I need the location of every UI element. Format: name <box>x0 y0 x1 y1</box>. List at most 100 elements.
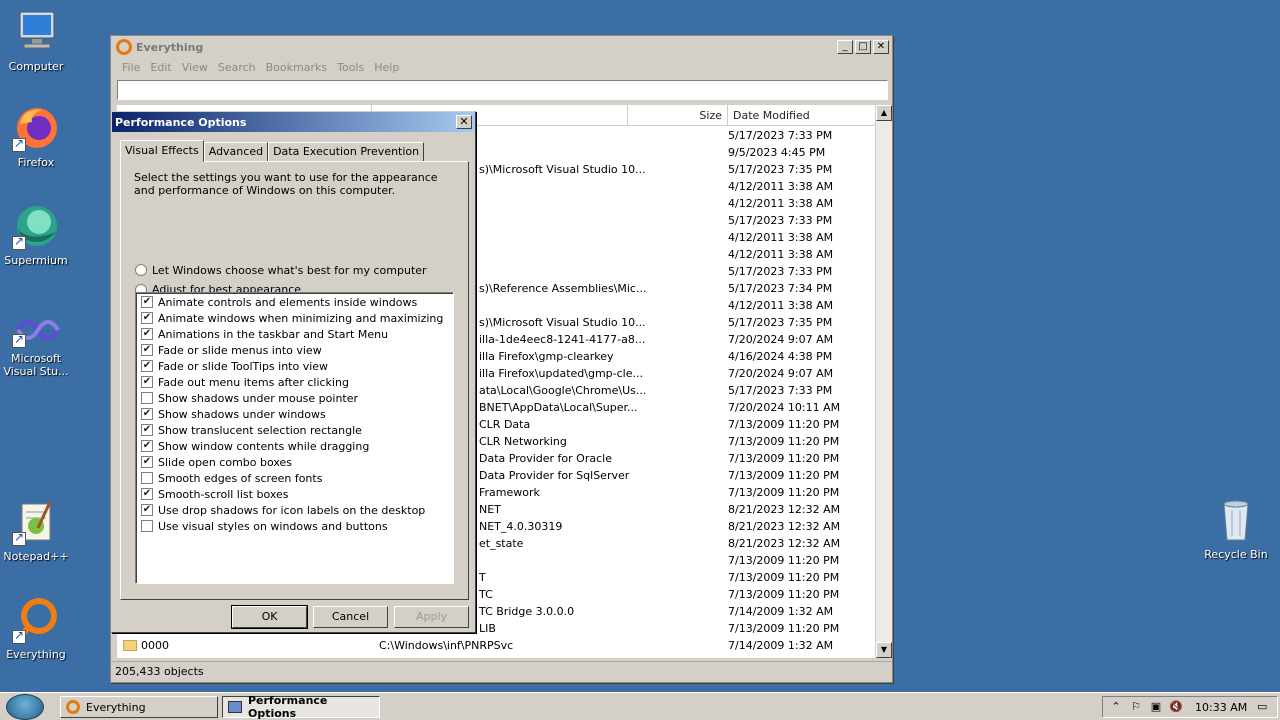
checkbox-checked-icon[interactable]: ✔ <box>141 504 153 516</box>
checkbox-checked-icon[interactable]: ✔ <box>141 376 153 388</box>
clock[interactable]: 10:33 AM <box>1195 701 1247 714</box>
supermium-icon <box>12 202 60 250</box>
checkbox-checked-icon[interactable]: ✔ <box>141 312 153 324</box>
menu-bar: File Edit View Search Bookmarks Tools He… <box>111 58 892 76</box>
start-button[interactable] <box>6 694 44 720</box>
checkbox-checked-icon[interactable]: ✔ <box>141 408 153 420</box>
row-path: illa Firefox\gmp-clearkey <box>479 350 614 363</box>
effect-option[interactable]: ✔ Animate windows when minimizing and max… <box>141 310 443 326</box>
dialog-close-button[interactable]: ✕ <box>456 115 472 129</box>
effect-option[interactable]: ✔ Smooth-scroll list boxes <box>141 486 289 502</box>
effects-checklist[interactable]: ✔ Animate controls and elements inside wi… <box>135 292 454 584</box>
table-row[interactable]: 0000 C:\Windows\inf\PNRPSvc 7/14/2009 1:32… <box>117 637 881 654</box>
effect-option[interactable]: ✔ Show translucent selection rectangle <box>141 422 362 438</box>
close-button[interactable]: ✕ <box>873 40 889 54</box>
effect-option[interactable]: ✔ Fade out menu items after clicking <box>141 374 349 390</box>
everything-titlebar[interactable]: Everything _ □ ✕ <box>111 36 892 58</box>
desktop-icon-visual-studio[interactable]: Microsoft Visual Stu... <box>0 312 72 378</box>
effect-option[interactable]: ✔ Show shadows under windows <box>141 406 326 422</box>
desktop-icon-supermium[interactable]: Supermium <box>0 202 72 267</box>
row-date: 7/20/2024 10:11 AM <box>728 401 841 414</box>
computer-icon <box>12 8 60 56</box>
desktop-icon-notepadpp[interactable]: Notepad++ <box>0 498 72 563</box>
row-date: 8/21/2023 12:32 AM <box>728 503 841 516</box>
checkbox-checked-icon[interactable]: ✔ <box>141 344 153 356</box>
effect-option[interactable]: ✔ Fade or slide menus into view <box>141 342 322 358</box>
dialog-titlebar[interactable]: Performance Options ✕ <box>112 112 475 132</box>
taskbar: Everything Performance Options ⌃ ⚐ ▣ 🔇 1… <box>0 692 1280 720</box>
scroll-down-icon[interactable]: ▼ <box>876 642 892 658</box>
taskbar-item-performance-options[interactable]: Performance Options <box>222 694 380 720</box>
desktop-icon-label: Notepad++ <box>3 550 69 563</box>
desktop-icon-firefox[interactable]: Firefox <box>0 104 72 169</box>
search-input[interactable] <box>117 80 888 100</box>
effect-option[interactable]: Smooth edges of screen fonts <box>141 470 322 486</box>
row-date: 7/13/2009 11:20 PM <box>728 452 840 465</box>
row-date: 8/21/2023 12:32 AM <box>728 520 841 533</box>
show-desktop-icon[interactable]: ▭ <box>1255 700 1269 714</box>
checkbox-checked-icon[interactable]: ✔ <box>141 328 153 340</box>
row-date: 7/13/2009 11:20 PM <box>728 571 840 584</box>
row-date: 9/5/2023 4:45 PM <box>728 146 826 159</box>
volume-muted-icon[interactable]: 🔇 <box>1169 700 1183 714</box>
menu-bookmarks[interactable]: Bookmarks <box>261 61 332 74</box>
row-path: et_state <box>479 537 524 550</box>
desktop-icon-label: Firefox <box>17 156 55 169</box>
effect-label: Slide open combo boxes <box>158 455 293 469</box>
menu-view[interactable]: View <box>177 61 213 74</box>
menu-file[interactable]: File <box>117 61 145 74</box>
show-hidden-icons-icon[interactable]: ⌃ <box>1109 700 1123 714</box>
effect-option[interactable]: ✔ Slide open combo boxes <box>141 454 292 470</box>
effect-label: Animations in the taskbar and Start Menu <box>158 327 389 341</box>
tab-advanced[interactable]: Advanced <box>203 142 269 162</box>
row-date: 7/13/2009 11:20 PM <box>728 435 840 448</box>
effect-option[interactable]: ✔ Use drop shadows for icon labels on the… <box>141 502 425 518</box>
tab-data-execution-prevention[interactable]: Data Execution Prevention <box>268 142 425 162</box>
menu-help[interactable]: Help <box>369 61 404 74</box>
checkbox-checked-icon[interactable]: ✔ <box>141 296 153 308</box>
checkbox-checked-icon[interactable]: ✔ <box>141 456 153 468</box>
desktop-icon-recycle-bin[interactable]: Recycle Bin <box>1200 496 1272 561</box>
effect-option[interactable]: ✔ Animations in the taskbar and Start Men… <box>141 326 388 342</box>
checkbox-checked-icon[interactable]: ✔ <box>141 424 153 436</box>
menu-edit[interactable]: Edit <box>145 61 176 74</box>
checkbox-empty-icon[interactable] <box>141 472 153 484</box>
apply-button[interactable]: Apply <box>394 606 469 628</box>
effect-option[interactable]: ✔ Animate controls and elements inside wi… <box>141 294 417 310</box>
radio-button[interactable] <box>135 264 147 276</box>
minimize-button[interactable]: _ <box>837 40 853 54</box>
ok-button[interactable]: OK <box>231 605 308 629</box>
network-icon[interactable]: ▣ <box>1149 700 1163 714</box>
effect-option[interactable]: Show shadows under mouse pointer <box>141 390 358 406</box>
checkbox-checked-icon[interactable]: ✔ <box>141 360 153 372</box>
taskbar-item-everything[interactable]: Everything <box>60 696 218 718</box>
menu-search[interactable]: Search <box>213 61 261 74</box>
checkbox-checked-icon[interactable]: ✔ <box>141 488 153 500</box>
radio-option[interactable]: Let Windows choose what's best for my co… <box>135 262 427 278</box>
performance-options-dialog[interactable]: Performance Options ✕ Visual Effects Adv… <box>111 111 476 633</box>
tab-visual-effects[interactable]: Visual Effects <box>120 140 204 162</box>
effect-option[interactable]: Use visual styles on windows and buttons <box>141 518 388 534</box>
checkbox-empty-icon[interactable] <box>141 392 153 404</box>
row-date: 7/13/2009 11:20 PM <box>728 486 840 499</box>
column-header-date[interactable]: Date Modified <box>728 105 881 126</box>
effect-option[interactable]: ✔ Fade or slide ToolTips into view <box>141 358 328 374</box>
flag-icon[interactable]: ⚐ <box>1129 700 1143 714</box>
cancel-button[interactable]: Cancel <box>313 606 388 628</box>
vertical-scrollbar[interactable]: ▲ ▼ <box>875 105 892 658</box>
maximize-button[interactable]: □ <box>855 40 871 54</box>
checkbox-empty-icon[interactable] <box>141 520 153 532</box>
desktop-icon-label: Computer <box>8 60 64 73</box>
effect-option[interactable]: ✔ Show window contents while dragging <box>141 438 369 454</box>
menu-tools[interactable]: Tools <box>332 61 369 74</box>
everything-icon <box>12 596 60 644</box>
scroll-up-icon[interactable]: ▲ <box>876 105 892 121</box>
desktop-icon-computer[interactable]: Computer <box>0 8 72 73</box>
desktop-icon-everything[interactable]: Everything <box>0 596 72 661</box>
row-path: ata\Local\Google\Chrome\Us... <box>479 384 647 397</box>
system-tray: ⌃ ⚐ ▣ 🔇 10:33 AM ▭ <box>1102 696 1278 718</box>
checkbox-checked-icon[interactable]: ✔ <box>141 440 153 452</box>
row-date: 5/17/2023 7:33 PM <box>728 129 833 142</box>
row-path: Data Provider for SqlServer <box>479 469 630 482</box>
column-header-size[interactable]: Size <box>628 105 728 126</box>
